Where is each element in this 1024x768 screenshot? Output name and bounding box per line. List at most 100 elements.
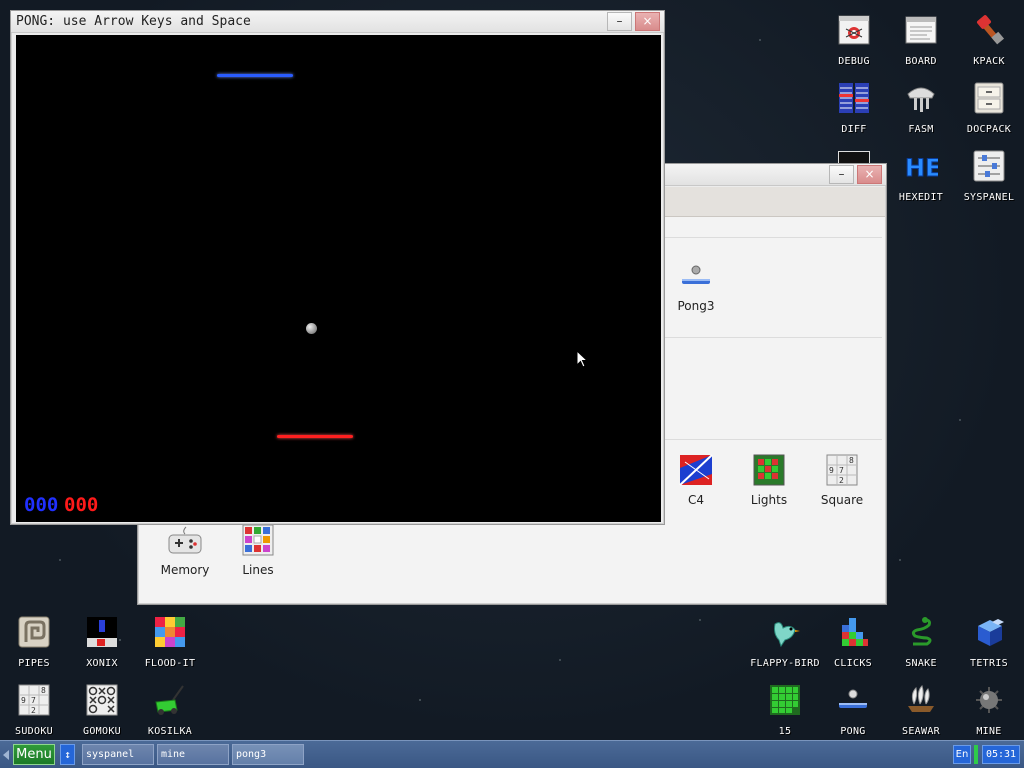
clock: 05:31 [982,745,1020,764]
desktop-icon-label: CLICKS [834,658,872,669]
desktop-icon-label: HEXEDIT [898,192,944,203]
taskbar-indicator [974,745,978,764]
svg-text:7: 7 [31,696,36,705]
taskbar-item-syspanel[interactable]: syspanel [82,744,154,765]
launcher-minimize-button[interactable]: – [829,165,854,184]
desktop-icon-docpack[interactable]: DOCPACK [956,79,1022,145]
desktop-icon-tetris[interactable]: TETRIS [956,613,1022,679]
desktop-icon-pipes[interactable]: PIPES [1,613,67,679]
desktop-icon-label: SEAWAR [902,726,940,737]
pong-titlebar[interactable]: PONG: use Arrow Keys and Space – × [11,11,664,33]
desktop-icon-label: PONG [840,726,866,737]
app-c4[interactable]: C4 [661,453,731,519]
desktop-icon-label: FLAPPY-BIRD [750,658,820,669]
svg-text:HE: HE [905,154,938,181]
desktop-icon-label: BOARD [905,56,937,67]
desktop-icon-mine[interactable]: MINE [956,681,1022,747]
svg-text:2: 2 [31,706,36,715]
svg-text:9: 9 [829,466,834,475]
desktop-icon-kpack[interactable]: KPACK [956,11,1022,77]
desktop-icon-pong[interactable]: PONG [820,681,886,747]
pong-game-field[interactable]: 000 000 [16,35,661,522]
desktop-icon-kosilka[interactable]: KOSILKA [137,681,203,747]
menu-button[interactable]: Menu [13,744,55,765]
taskbar-item-mine[interactable]: mine [157,744,229,765]
desktop-icon-label: GOMOKU [83,726,121,737]
desktop-icon-snake[interactable]: SNAKE [888,613,954,679]
square-icon: 8 972 [825,453,859,487]
pong-ball [306,323,317,334]
taskbar-toggle-button[interactable]: ↕ [60,744,75,765]
desktop-icon-board[interactable]: BOARD [888,11,954,77]
pong-minimize-button[interactable]: – [607,12,632,31]
xonix-icon [85,615,119,649]
diff-icon [837,81,871,115]
taskbar-item-pong3[interactable]: pong3 [232,744,304,765]
desktop-icon-clicks[interactable]: CLICKS [820,613,886,679]
docpack-icon [972,81,1006,115]
app-lights[interactable]: Lights [734,453,804,519]
flood-it-icon [153,615,187,649]
desktop-icon-label: SUDOKU [15,726,53,737]
hexedit-icon: HE [904,149,939,183]
memory-icon [168,523,202,557]
desktop-icon-seawar[interactable]: SEAWAR [888,681,954,747]
desktop-icon-debug[interactable]: DEBUG [821,11,887,77]
launcher-close-button[interactable]: × [857,165,882,184]
c4-icon [679,453,713,487]
desktop-icon-flappy-bird[interactable]: FLAPPY-BIRD [750,613,820,679]
svg-text:2: 2 [839,476,844,485]
player-paddle [277,435,353,438]
lights-icon [752,453,786,487]
app-label: Pong3 [677,299,715,313]
fifteen-icon [768,683,802,717]
app-label: Square [820,493,864,507]
taskbar-scroll-left-icon[interactable] [3,750,9,760]
board-icon [904,13,938,47]
gomoku-icon [85,683,119,717]
app-square[interactable]: 8 972 Square [807,453,877,519]
snake-icon [904,615,938,649]
svg-text:9: 9 [21,696,26,705]
desktop-icon-sudoku[interactable]: 8 972 SUDOKU [1,681,67,747]
syspanel-icon [972,149,1006,183]
score-red: 000 [64,494,99,516]
app-memory[interactable]: Memory [150,523,220,589]
clicks-icon [836,615,870,649]
desktop-icon-gomoku[interactable]: GOMOKU [69,681,135,747]
desktop-icon-hexedit[interactable]: HE HEXEDIT [888,147,954,213]
flappy-bird-icon [768,615,802,649]
fasm-icon [904,81,938,115]
tetris-icon [972,615,1006,649]
pong-close-button[interactable]: × [635,12,660,31]
desktop-icon-syspanel[interactable]: SYSPANEL [956,147,1022,213]
desktop-icon-15[interactable]: 15 [752,681,818,747]
svg-text:7: 7 [839,466,844,475]
lines-icon [241,523,275,557]
pipes-icon [17,615,51,649]
desktop-icon-label: KPACK [973,56,1005,67]
desktop-icon-label: SYSPANEL [963,192,1015,203]
kosilka-icon [153,683,187,717]
score-blue: 000 [24,494,59,516]
app-label: Lights [750,493,788,507]
app-pong3[interactable]: Pong3 [661,259,731,325]
app-lines[interactable]: Lines [223,523,293,589]
desktop-icon-flood-it[interactable]: FLOOD-IT [137,613,203,679]
pong-icon [836,683,870,717]
language-indicator[interactable]: En [953,745,971,764]
mouse-cursor [576,350,588,368]
pong3-icon [679,259,713,293]
desktop-icon-diff[interactable]: DIFF [821,79,887,145]
seawar-icon [904,683,938,717]
desktop-icon-label: FLOOD-IT [144,658,196,669]
debug-icon [837,13,871,47]
desktop-icon-xonix[interactable]: XONIX [69,613,135,679]
sudoku-icon: 8 972 [17,683,51,717]
desktop-icon-label: KOSILKA [147,726,193,737]
pong-window[interactable]: PONG: use Arrow Keys and Space – × 000 0… [10,10,665,525]
app-label: Lines [242,563,274,577]
desktop-icon-label: DOCPACK [966,124,1012,135]
desktop-icon-fasm[interactable]: FASM [888,79,954,145]
desktop-icon-label: XONIX [86,658,118,669]
